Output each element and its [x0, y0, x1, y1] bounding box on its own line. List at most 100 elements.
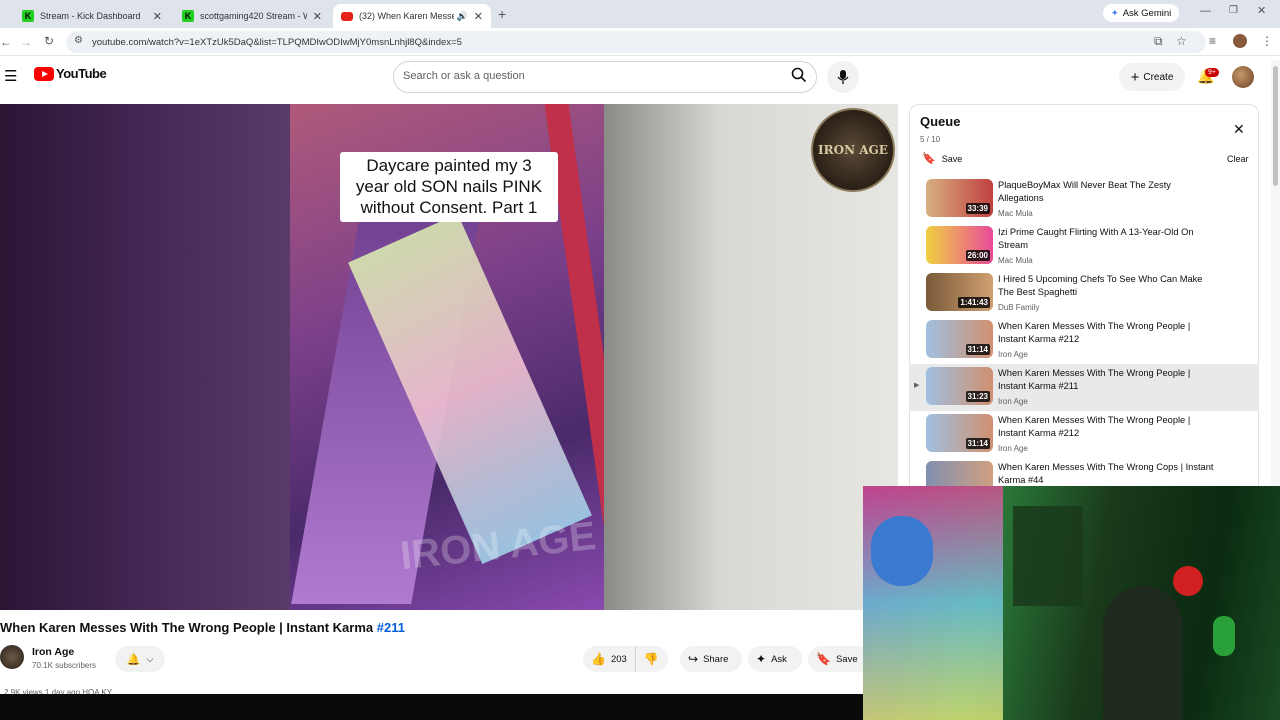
- scrollbar-thumb[interactable]: [1273, 66, 1278, 186]
- close-icon[interactable]: ✕: [153, 10, 162, 23]
- subscription-bell-button[interactable]: 🔔 ⌵: [115, 646, 165, 672]
- webcam-mascot-figure: [871, 516, 933, 586]
- thumbs-down-icon: 👎: [643, 652, 659, 666]
- taskbar-strip: [0, 694, 863, 720]
- video-player[interactable]: IRON AGE Daycare painted my 3 year old S…: [0, 104, 898, 610]
- queue-thumbnail[interactable]: 31:14: [926, 320, 993, 358]
- video-caption-line: year old SON nails PINK: [355, 177, 543, 196]
- share-button[interactable]: ↪ Share: [680, 646, 742, 672]
- queue-thumbnail[interactable]: 1:41:43: [926, 273, 993, 311]
- queue-item-title[interactable]: I Hired 5 Upcoming Chefs To See Who Can …: [998, 273, 1218, 299]
- dislike-button[interactable]: 👎: [636, 652, 667, 666]
- create-label: Create: [1143, 71, 1174, 83]
- ask-gemini-button[interactable]: ✦ Ask Gemini: [1103, 4, 1179, 22]
- queue-item-channel: Iron Age: [998, 397, 1028, 406]
- youtube-logo-text: YouTube: [56, 66, 107, 81]
- queue-item-title[interactable]: When Karen Messes With The Wrong Cops | …: [998, 461, 1218, 487]
- share-arrow-icon: ↪: [688, 652, 699, 666]
- queue-save-label: Save: [941, 153, 963, 164]
- ask-label: Ask: [771, 653, 787, 665]
- browser-tab-kick-stream[interactable]: K scottgaming420 Stream - Watc ✕: [174, 4, 330, 28]
- channel-avatar[interactable]: [0, 645, 24, 669]
- queue-clear-button[interactable]: Clear: [1227, 154, 1249, 164]
- channel-name[interactable]: Iron Age: [32, 646, 74, 658]
- new-tab-icon[interactable]: +: [498, 7, 506, 21]
- queue-thumbnail[interactable]: 33:39: [926, 179, 993, 217]
- youtube-logo[interactable]: YouTube: [34, 66, 107, 81]
- more-menu-icon[interactable]: ⋮: [1261, 35, 1273, 47]
- queue-thumbnail[interactable]: 31:23: [926, 367, 993, 405]
- like-button[interactable]: 👍 203: [583, 646, 636, 672]
- url-text[interactable]: youtube.com/watch?v=1eXTzUk5DaQ&list=TLP…: [92, 37, 462, 48]
- video-caption-line: without Consent. Part 1: [360, 198, 538, 217]
- minimize-icon[interactable]: —: [1200, 6, 1211, 17]
- plus-icon: +: [1130, 68, 1140, 86]
- share-label: Share: [703, 653, 729, 665]
- browser-tab-strip: K Stream - Kick Dashboard ✕ K scottgamin…: [0, 0, 1280, 28]
- hamburger-menu-icon[interactable]: ☰: [4, 69, 17, 84]
- media-control-icon[interactable]: ≡: [1209, 35, 1216, 47]
- microphone-icon: [837, 70, 849, 84]
- queue-thumbnail[interactable]: 26:00: [926, 226, 993, 264]
- queue-item[interactable]: ▶ 31:23 When Karen Messes With The Wrong P…: [909, 364, 1259, 411]
- video-title-hashtag[interactable]: #211: [377, 620, 405, 635]
- account-avatar[interactable]: [1232, 66, 1254, 88]
- video-title-text: When Karen Messes With The Wrong People …: [0, 620, 377, 635]
- queue-item-title[interactable]: Izi Prime Caught Flirting With A 13-Year…: [998, 226, 1218, 252]
- close-queue-icon[interactable]: ✕: [1233, 121, 1245, 138]
- video-watermark-text: IRON AGE: [398, 513, 599, 579]
- close-icon[interactable]: ✕: [474, 10, 483, 23]
- bell-icon: 🔔: [126, 653, 141, 666]
- gemini-icon: ✦: [1110, 7, 1119, 19]
- notification-badge: 9+: [1205, 68, 1219, 77]
- voice-search-button[interactable]: [827, 61, 859, 93]
- queue-item-channel: DuB Family: [998, 303, 1040, 312]
- queue-thumbnail[interactable]: 31:14: [926, 414, 993, 452]
- webcam-plush-toy: [1173, 566, 1203, 596]
- queue-save-button[interactable]: 🔖 Save: [922, 152, 962, 165]
- queue-item[interactable]: 26:00 Izi Prime Caught Flirting With A 13…: [909, 223, 1259, 270]
- ask-gemini-label: Ask Gemini: [1122, 7, 1172, 19]
- video-duration: 31:23: [965, 391, 990, 402]
- like-count: 203: [610, 653, 627, 665]
- queue-item-title[interactable]: When Karen Messes With The Wrong People …: [998, 367, 1218, 393]
- forward-icon[interactable]: →: [20, 36, 32, 48]
- video-caption-box: Daycare painted my 3 year old SON nails …: [340, 152, 558, 222]
- now-playing-icon: ▶: [914, 382, 920, 389]
- video-duration: 31:14: [965, 344, 990, 355]
- video-duration: 26:00: [965, 250, 990, 261]
- install-icon[interactable]: ⧉: [1154, 35, 1163, 47]
- queue-item[interactable]: 33:39 PlaqueBoyMax Will Never Beat The Ze…: [909, 176, 1259, 223]
- queue-item-title[interactable]: When Karen Messes With The Wrong People …: [998, 320, 1218, 346]
- create-button[interactable]: + Create: [1119, 63, 1185, 91]
- like-dislike-group: 👍 203 👎: [583, 646, 668, 672]
- thumbs-up-icon: 👍: [591, 652, 606, 666]
- back-icon[interactable]: ←: [0, 36, 12, 48]
- webcam-figurine: [1213, 616, 1235, 656]
- browser-profile-avatar[interactable]: [1233, 34, 1247, 48]
- tab-title: scottgaming420 Stream - Watc: [200, 11, 307, 21]
- ask-button[interactable]: ✦ Ask: [748, 646, 802, 672]
- youtube-play-icon: [34, 66, 54, 81]
- close-icon[interactable]: ✕: [313, 10, 322, 23]
- queue-item-title[interactable]: PlaqueBoyMax Will Never Beat The Zesty A…: [998, 179, 1218, 205]
- queue-item[interactable]: 31:14 When Karen Messes With The Wrong Pe…: [909, 317, 1259, 364]
- restore-icon[interactable]: ❐: [1229, 6, 1238, 16]
- close-window-icon[interactable]: ✕: [1257, 6, 1266, 17]
- tab-title: Stream - Kick Dashboard: [40, 11, 141, 21]
- bookmark-star-icon[interactable]: ☆: [1176, 35, 1187, 47]
- search-input[interactable]: Search or ask a question: [403, 70, 525, 82]
- queue-item[interactable]: 31:14 When Karen Messes With The Wrong Pe…: [909, 411, 1259, 458]
- queue-item-channel: Iron Age: [998, 444, 1028, 453]
- video-caption-line: Daycare painted my 3: [366, 156, 532, 175]
- search-icon[interactable]: [791, 67, 807, 88]
- reload-icon[interactable]: ↻: [44, 35, 54, 47]
- browser-tab-kick-dashboard[interactable]: K Stream - Kick Dashboard ✕: [14, 4, 170, 28]
- queue-item[interactable]: 1:41:43 I Hired 5 Upcoming Chefs To See W…: [909, 270, 1259, 317]
- browser-tab-youtube[interactable]: (32) When Karen Messes W 🔊 ✕: [333, 4, 491, 28]
- queue-item-title[interactable]: When Karen Messes With The Wrong People …: [998, 414, 1218, 440]
- site-info-icon[interactable]: ⚙: [74, 36, 83, 46]
- save-button[interactable]: 🔖 Save: [808, 646, 863, 672]
- speaker-icon[interactable]: 🔊: [457, 11, 468, 22]
- subscriber-count: 70.1K subscribers: [32, 661, 97, 670]
